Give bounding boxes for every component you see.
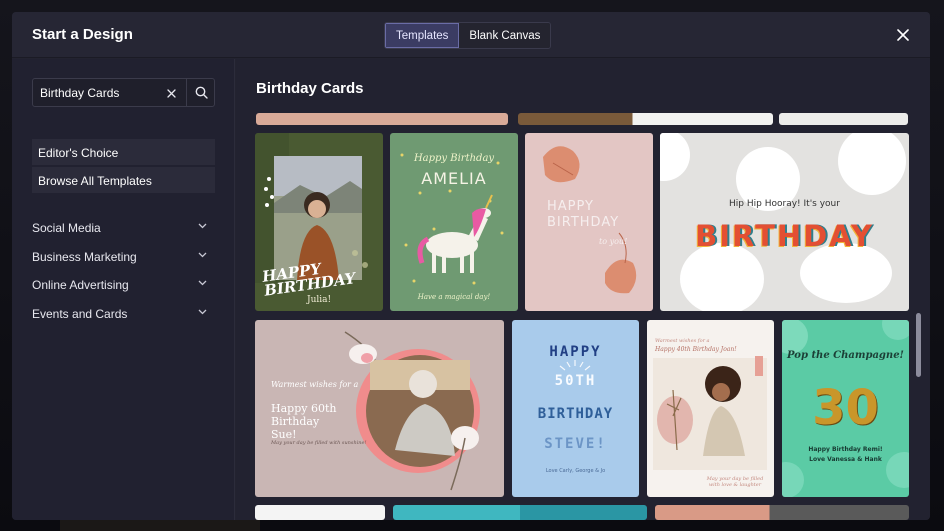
template-card[interactable]: Hip Hip Hooray! It's your BIRTHDAY [660, 133, 909, 311]
template-card-big-text: Happy 60th Birthday Sue! [271, 402, 337, 441]
template-card-text: Warmest wishes for a [271, 380, 359, 389]
category-label: Social Media [32, 221, 101, 235]
search-input[interactable]: Birthday Cards [40, 86, 119, 100]
modal-header: Start a Design Templates Blank Canvas [12, 12, 930, 58]
category-label: Online Advertising [32, 278, 129, 292]
gallery-title: Birthday Cards [256, 80, 364, 97]
chevron-down-icon [198, 280, 207, 286]
template-card-text: Hip Hip Hooray! It's your [729, 199, 840, 209]
template-card-big-text: BIRTHDAY [695, 219, 874, 253]
template-card-subtext: May your day be filled with sunshine! [271, 440, 367, 446]
chevron-down-icon [198, 223, 207, 229]
template-card-text: Warmest wishes for a [655, 338, 710, 344]
modal-title: Start a Design [32, 26, 133, 43]
template-card-text: HAPPY BIRTHDAY [547, 199, 620, 230]
template-card[interactable]: Happy Birthday AMELIA Have a magical day… [390, 133, 518, 311]
template-gallery: Birthday Cards HAPPY BIRTHDAY Julia! Hap… [236, 59, 930, 520]
template-card[interactable]: Pop the Champagne! 30 Happy Birthday Rem… [782, 320, 909, 497]
category-social-media[interactable]: Social Media [32, 221, 215, 239]
tab-blank-canvas[interactable]: Blank Canvas [459, 23, 551, 48]
close-icon [897, 29, 909, 41]
template-card-big-text: 30 [812, 380, 879, 436]
sidebar-item-editors-choice[interactable]: Editor's Choice [32, 139, 215, 165]
search-box: Birthday Cards [32, 78, 215, 107]
sidebar-item-browse-all[interactable]: Browse All Templates [32, 167, 215, 193]
clear-search-button[interactable] [163, 85, 179, 101]
template-card-line1: HAPPY [549, 344, 602, 360]
template-card-subtext: May your day be filled with love & laugh… [706, 476, 764, 488]
template-card-big-text: Happy 40th Birthday Joan! [655, 346, 737, 353]
sidebar: Birthday Cards Editor's Choice Browse Al… [12, 59, 235, 520]
template-card-line3: BIRTHDAY [537, 406, 614, 422]
close-button[interactable] [892, 24, 914, 46]
gallery-scrollbar[interactable] [916, 313, 921, 377]
chevron-down-icon [198, 252, 207, 258]
template-card-subtext-2: Love Vanessa & Hank [809, 456, 882, 463]
template-card-subtext: to you! [599, 237, 628, 246]
template-card[interactable]: HAPPY BIRTHDAY to you! [525, 133, 653, 311]
template-card-subtext: Happy Birthday Remi! [808, 446, 883, 453]
template-card[interactable]: Warmest wishes for a Happy 40th Birthday… [647, 320, 774, 497]
chevron-down-icon [198, 309, 207, 315]
mode-toggle: Templates Blank Canvas [384, 22, 552, 49]
template-card-line4: STEVE! [544, 436, 607, 452]
template-thumb-partial[interactable] [393, 505, 647, 520]
template-card-name: AMELIA [421, 169, 487, 188]
template-card-subtext: Julia! [307, 295, 332, 305]
template-thumb-partial[interactable] [256, 113, 508, 125]
template-card-subtext: Have a magical day! [417, 293, 491, 301]
tab-templates[interactable]: Templates [385, 23, 460, 48]
category-online-advertising[interactable]: Online Advertising [32, 278, 215, 296]
template-thumb-partial[interactable] [255, 505, 385, 520]
template-thumb-partial[interactable] [779, 113, 908, 125]
template-card-text: Happy Birthday [413, 153, 495, 164]
search-icon [195, 86, 208, 99]
template-card-line2: 50TH [554, 373, 597, 389]
category-events-and-cards[interactable]: Events and Cards [32, 307, 215, 325]
template-thumb-partial[interactable] [518, 113, 773, 125]
start-design-modal: Start a Design Templates Blank Canvas Bi… [12, 12, 930, 520]
template-card-subtext: Love Carly, George & Jo [545, 468, 606, 474]
template-card[interactable]: HAPPY 50TH BIRTHDAY STEVE! Love Carly, G… [512, 320, 639, 497]
category-business-marketing[interactable]: Business Marketing [32, 250, 215, 268]
clear-icon [166, 88, 176, 98]
template-card-text: Pop the Champagne! [787, 350, 904, 361]
template-card[interactable]: HAPPY BIRTHDAY Julia! [255, 133, 383, 311]
template-card[interactable]: Warmest wishes for a Happy 60th Birthday… [255, 320, 504, 497]
search-button[interactable] [187, 79, 215, 106]
template-thumb-partial[interactable] [655, 505, 909, 520]
category-label: Business Marketing [32, 250, 137, 264]
category-label: Events and Cards [32, 307, 128, 321]
